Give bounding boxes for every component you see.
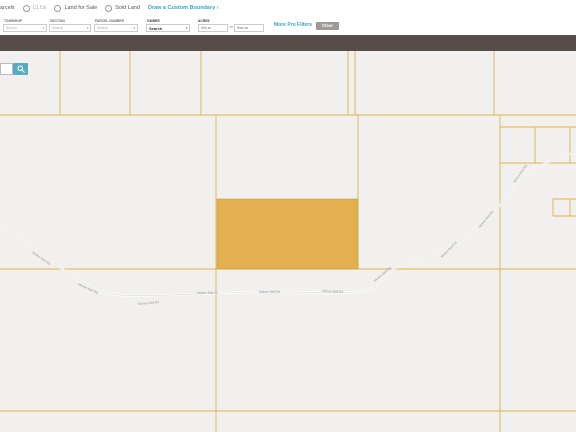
parcel-number-select[interactable]: Search ▾ xyxy=(94,23,138,32)
road-label: Mckee Bell Rd xyxy=(322,289,344,294)
parcel-number-select-value: Search xyxy=(97,26,109,30)
selected-parcel[interactable] xyxy=(216,198,359,270)
road-label: Mckee Bell Rd xyxy=(197,291,218,295)
section-select-value: Search xyxy=(52,26,64,30)
chevron-down-icon: ▾ xyxy=(42,26,45,30)
road-label: Mckee Bell Rd xyxy=(259,290,280,294)
toggle-sold-land[interactable]: Sold Land xyxy=(105,4,140,12)
township-label: TOWNSHIP xyxy=(4,18,22,23)
toggle-clus-label: CLUs xyxy=(32,5,47,11)
filter-toolbar: arcels CLUs Land for Sale Sold Land Draw… xyxy=(0,0,576,35)
toggle-land-for-sale[interactable]: Land for Sale xyxy=(54,4,98,12)
search-icon xyxy=(16,65,25,73)
acres-to-label: to xyxy=(230,25,233,29)
acres-min-input[interactable] xyxy=(198,23,228,32)
sold-land-radio[interactable] xyxy=(105,4,113,12)
toggle-sold-land-label: Sold Land xyxy=(115,5,140,11)
clus-radio[interactable] xyxy=(22,4,30,12)
parcel-map[interactable]: Mckee Bell Rd Mckee Bell Rd Mckee Bell R… xyxy=(0,51,576,432)
more-pro-filters-link[interactable]: More Pro Filters xyxy=(274,22,312,28)
toggle-land-for-sale-label: Land for Sale xyxy=(64,5,98,11)
draw-custom-boundary-link[interactable]: Draw a Custom Boundary › xyxy=(148,5,219,11)
owner-select-value: Search xyxy=(149,26,163,31)
chevron-down-icon: ▾ xyxy=(86,26,89,30)
acres-max-input[interactable] xyxy=(234,23,264,32)
township-select-value: Search xyxy=(6,26,18,30)
chevron-down-icon: ▾ xyxy=(185,26,188,30)
clear-button[interactable]: Clear xyxy=(316,22,339,30)
parcel-number-label: PARCEL NUMBER xyxy=(95,18,124,23)
toggle-parcels[interactable]: arcels xyxy=(0,5,15,11)
toggle-parcels-label: arcels xyxy=(0,5,15,11)
toggle-clus[interactable]: CLUs xyxy=(22,4,47,12)
layer-toggle-row: arcels CLUs Land for Sale Sold Land Draw… xyxy=(0,3,219,13)
chevron-down-icon: ▾ xyxy=(133,26,136,30)
township-select[interactable]: Search ▾ xyxy=(3,23,47,32)
section-select[interactable]: Search ▾ xyxy=(49,23,91,32)
map-header-bar xyxy=(0,35,576,51)
map-search-input[interactable] xyxy=(0,63,13,75)
section-label: SECTION xyxy=(50,18,65,23)
owner-select[interactable]: Search ▾ xyxy=(146,23,190,32)
owner-label: OWNER xyxy=(147,18,160,23)
acres-label: ACRES xyxy=(198,18,210,23)
map-search-button[interactable] xyxy=(13,63,28,75)
land-for-sale-radio[interactable] xyxy=(54,4,62,12)
